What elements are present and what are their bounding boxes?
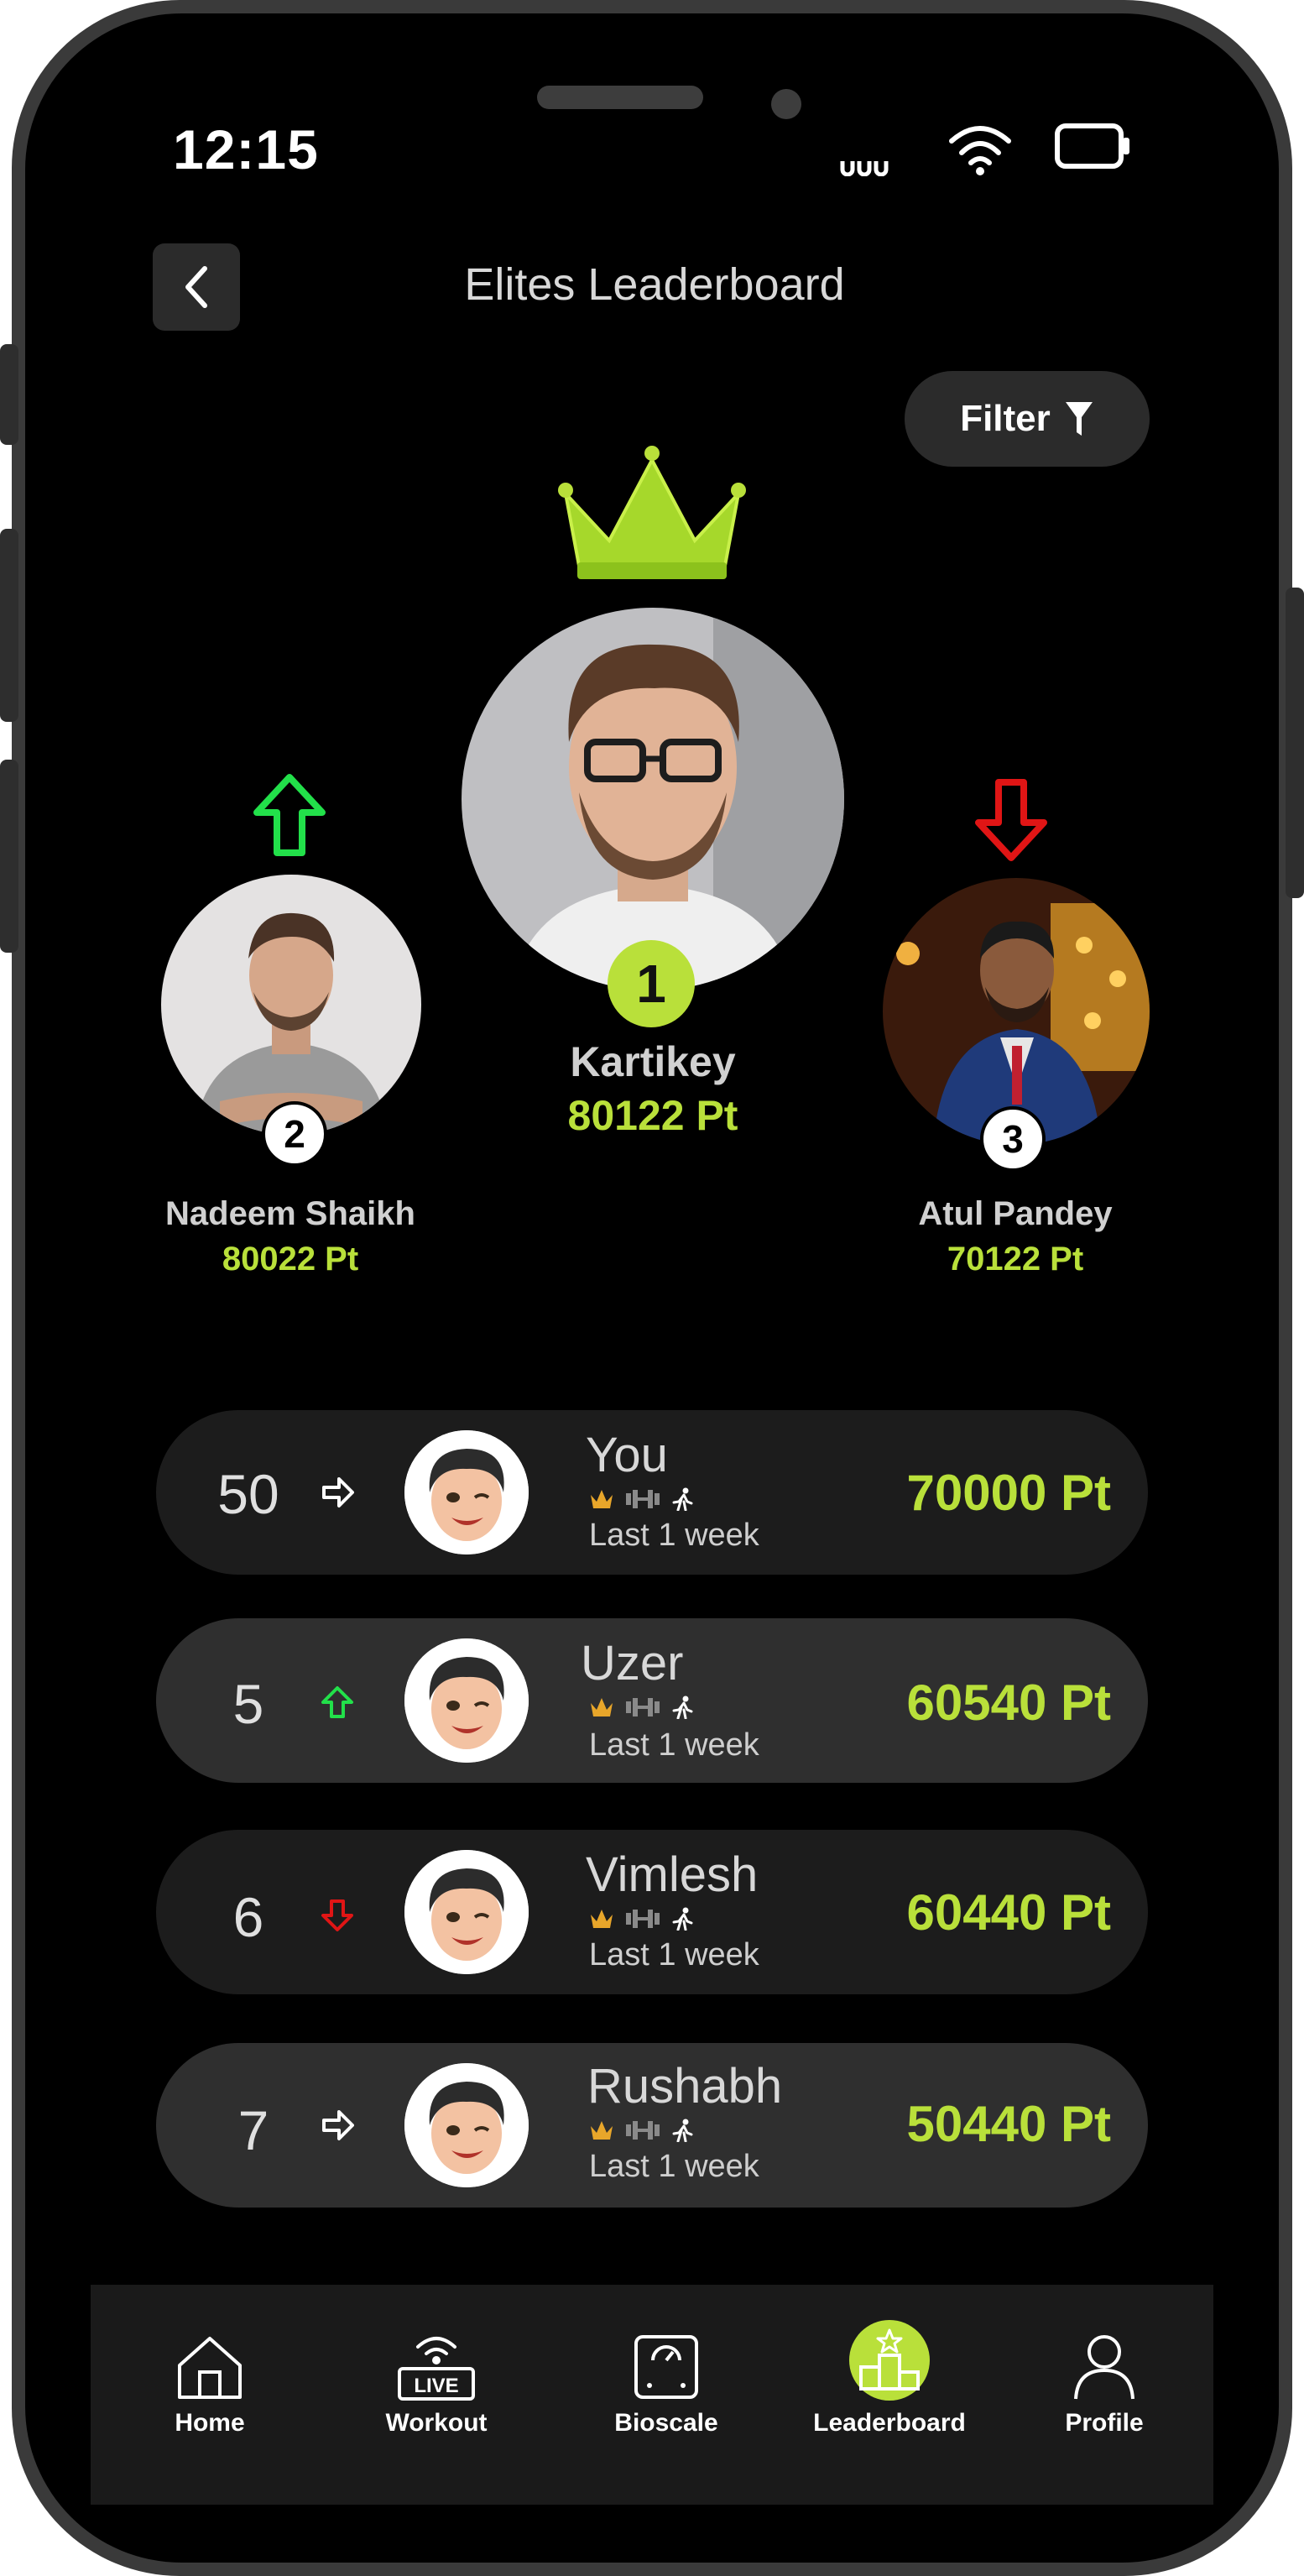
crown-icon (591, 1910, 613, 1928)
avatar-first-place[interactable] (462, 608, 844, 990)
activity-icons (589, 1696, 693, 1719)
dumbbell-icon (626, 1910, 660, 1928)
battery-icon (1054, 123, 1133, 174)
row-rank: 6 (232, 1886, 264, 1948)
podium-third-name: Atul Pandey (918, 1195, 1113, 1232)
leaderboard-row[interactable]: 6 Vimlesh Last 1 week 60440 Pt (156, 1830, 1148, 1994)
leaderboard-icon (849, 2320, 930, 2401)
rank-badge-second: 2 (262, 1101, 327, 1167)
row-points: 50440 Pt (906, 2096, 1111, 2152)
nav-label: Leaderboard (813, 2409, 966, 2437)
avatar (404, 1850, 529, 1974)
rank-badge-third: 3 (980, 1106, 1046, 1172)
nav-label: Profile (1065, 2409, 1144, 2437)
avatar-second-place[interactable] (161, 875, 421, 1135)
profile-icon (1074, 2335, 1134, 2400)
podium-first-name: Kartikey (570, 1038, 736, 1085)
nav-label: Bioscale (614, 2409, 718, 2437)
scale-icon (634, 2335, 698, 2399)
bottom-nav: Home LIVE Workout Bioscale Leaderboard P… (91, 2285, 1213, 2505)
page-title: Elites Leaderboard (464, 259, 845, 310)
runner-icon (672, 1907, 693, 1931)
row-period: Last 1 week (589, 1937, 759, 1972)
runner-icon (672, 1696, 693, 1719)
side-button (0, 344, 18, 445)
runner-icon (672, 1487, 693, 1511)
row-period: Last 1 week (589, 2149, 759, 2184)
back-button[interactable] (153, 243, 240, 331)
dumbbell-icon (626, 1490, 660, 1508)
crown-icon (591, 1698, 613, 1716)
chevron-left-icon (185, 266, 207, 308)
filter-button[interactable]: Filter (905, 371, 1150, 467)
row-points: 60440 Pt (906, 1884, 1111, 1941)
podium-third-points: 70122 Pt (947, 1241, 1084, 1278)
row-points: 70000 Pt (906, 1465, 1111, 1521)
speaker-notch (537, 86, 703, 109)
nav-item-workout[interactable]: LIVE Workout (344, 2332, 529, 2438)
row-name: Rushabh (587, 2059, 783, 2114)
nav-item-profile[interactable]: Profile (1012, 2332, 1197, 2438)
nav-item-home[interactable]: Home (117, 2332, 302, 2438)
nav-label: Home (175, 2409, 245, 2437)
rank-up-arrow-icon (252, 772, 327, 860)
leaderboard-row[interactable]: 7 Rushabh Last 1 week 50440 Pt (156, 2043, 1148, 2208)
side-button (0, 529, 18, 722)
row-name: Vimlesh (586, 1847, 759, 1902)
dumbbell-icon (626, 1698, 660, 1716)
avatar (404, 1430, 529, 1554)
row-period: Last 1 week (589, 1518, 759, 1553)
activity-icons (589, 1487, 693, 1511)
runner-icon (672, 2119, 693, 2142)
row-rank: 5 (232, 1673, 264, 1735)
nav-label: Workout (385, 2409, 488, 2437)
side-button (0, 760, 18, 953)
avatar (404, 2063, 529, 2187)
row-rank: 50 (217, 1463, 279, 1525)
rank-down-arrow-icon (973, 779, 1049, 867)
trend-same-icon (321, 2108, 354, 2142)
signal-icon (839, 151, 901, 180)
avatar-third-place[interactable] (883, 878, 1150, 1145)
row-rank: 7 (237, 2099, 269, 2161)
trend-same-icon (321, 1476, 354, 1509)
home-icon (178, 2337, 242, 2399)
podium-second-points: 80022 Pt (222, 1241, 359, 1278)
row-points: 60540 Pt (906, 1675, 1111, 1731)
live-workout-icon: LIVE (398, 2337, 475, 2401)
side-button (1286, 588, 1304, 898)
row-name: Uzer (581, 1636, 684, 1690)
leaderboard-row[interactable]: 5 Uzer Last 1 week 60540 Pt (156, 1618, 1148, 1783)
activity-icons (589, 1907, 693, 1931)
nav-item-leaderboard[interactable]: Leaderboard (797, 2320, 982, 2438)
nav-item-bioscale[interactable]: Bioscale (574, 2332, 759, 2438)
podium-second-name: Nadeem Shaikh (165, 1195, 415, 1232)
crown-icon (557, 440, 747, 587)
status-time: 12:15 (173, 118, 319, 180)
trend-down-icon (321, 1899, 354, 1932)
trend-up-icon (321, 1685, 354, 1719)
activity-icons (589, 2119, 693, 2142)
rank-badge-first: 1 (608, 940, 695, 1027)
front-camera (771, 89, 801, 119)
wifi-icon (947, 123, 1014, 180)
row-period: Last 1 week (589, 1727, 759, 1763)
crown-icon (591, 1490, 613, 1508)
filter-label: Filter (960, 398, 1051, 439)
dumbbell-icon (626, 2121, 660, 2140)
crown-icon (591, 2121, 613, 2140)
row-name: You (586, 1428, 668, 1482)
podium-first-points: 80122 Pt (567, 1092, 738, 1139)
avatar (404, 1638, 529, 1763)
leaderboard-row[interactable]: 50 You Last 1 week 70000 Pt (156, 1410, 1148, 1575)
filter-icon (1065, 402, 1093, 436)
live-badge: LIVE (414, 2375, 458, 2397)
